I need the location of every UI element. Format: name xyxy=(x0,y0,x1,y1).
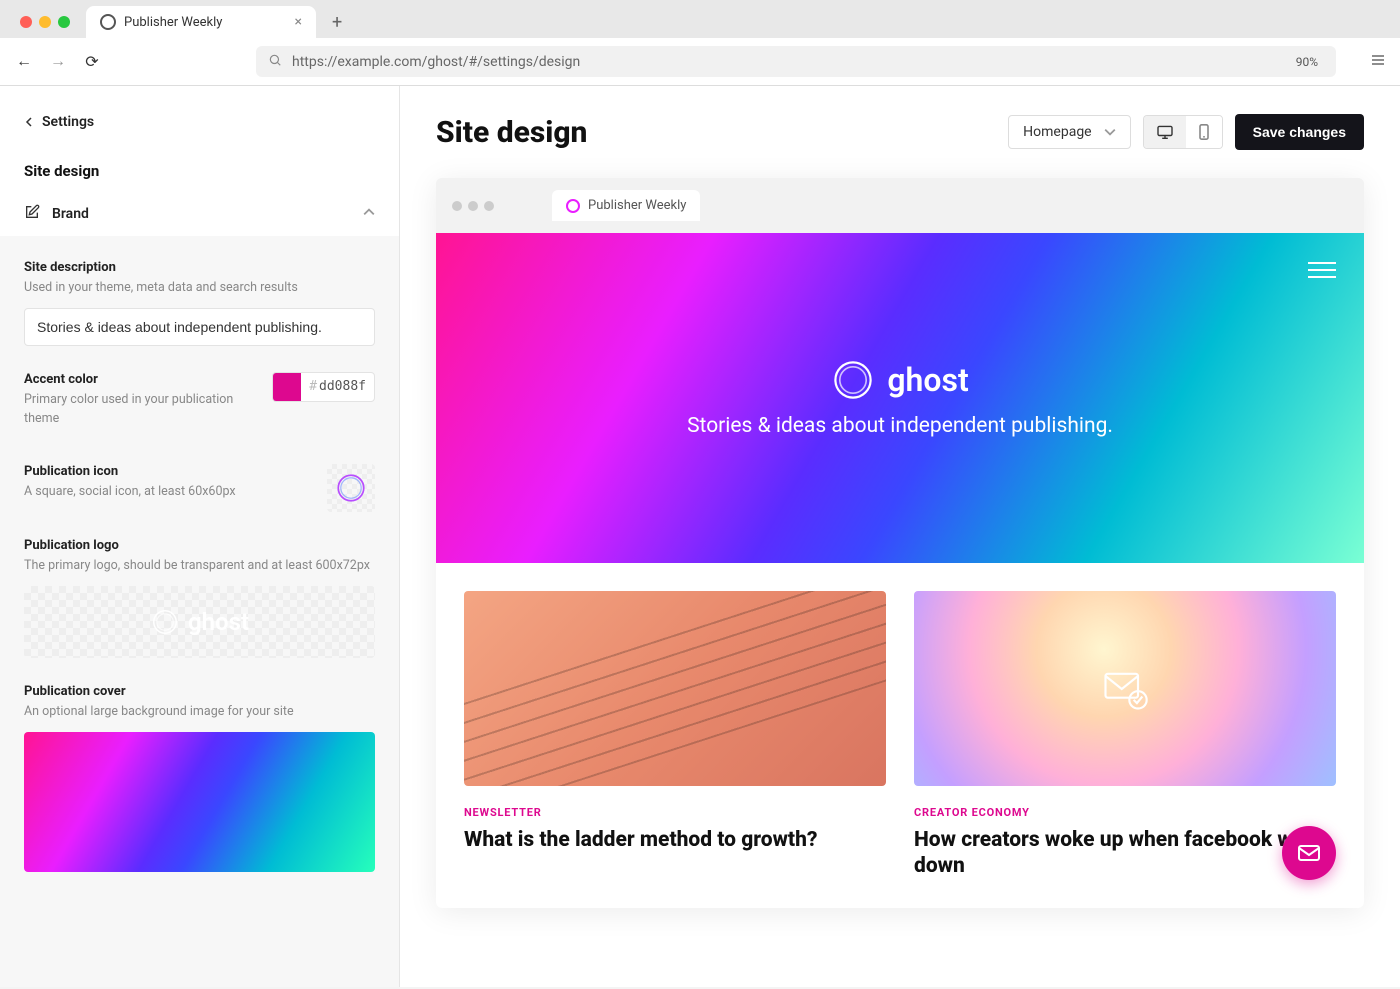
forward-button[interactable]: → xyxy=(48,53,68,71)
post-card-image xyxy=(464,591,886,786)
page-title: Site design xyxy=(436,115,996,150)
preview-hero: ghost Stories & ideas about independent … xyxy=(436,233,1364,563)
hero-tagline: Stories & ideas about independent publis… xyxy=(687,414,1113,438)
preview-window-controls xyxy=(452,201,494,211)
chevron-left-icon xyxy=(24,117,34,127)
field-help: The primary logo, should be transparent … xyxy=(24,557,375,576)
field-help: Primary color used in your publication t… xyxy=(24,391,260,429)
mobile-icon xyxy=(1198,124,1210,140)
preview-tab-title: Publisher Weekly xyxy=(588,198,686,213)
search-icon xyxy=(268,52,282,71)
main-header: Site design Homepage Save changes xyxy=(436,114,1364,150)
desktop-preview-button[interactable] xyxy=(1144,116,1186,148)
preview-browser-chrome: Publisher Weekly xyxy=(436,178,1364,233)
tab-title: Publisher Weekly xyxy=(124,15,222,30)
field-publication-icon: Publication icon A square, social icon, … xyxy=(24,464,375,512)
save-button[interactable]: Save changes xyxy=(1235,114,1364,150)
field-label: Publication logo xyxy=(24,538,375,553)
subscribe-fab-button[interactable] xyxy=(1282,826,1336,880)
post-card-tag: CREATOR ECONOMY xyxy=(914,806,1336,819)
url-bar[interactable]: https://example.com/ghost/#/settings/des… xyxy=(256,46,1336,77)
close-tab-button[interactable]: × xyxy=(295,14,302,30)
back-button[interactable]: ← xyxy=(14,53,34,71)
mobile-preview-button[interactable] xyxy=(1186,116,1222,148)
back-to-settings-link[interactable]: Settings xyxy=(0,86,399,146)
field-label: Publication cover xyxy=(24,684,375,699)
field-publication-logo: Publication logo The primary logo, shoul… xyxy=(24,538,375,658)
preview-dot xyxy=(468,201,478,211)
ghost-circle-icon xyxy=(831,358,875,402)
publication-logo-preview[interactable]: ghost xyxy=(24,586,375,658)
browser-toolbar: ← → ⟳ https://example.com/ghost/#/settin… xyxy=(0,38,1400,85)
accent-color-input[interactable]: #dd088f xyxy=(272,372,375,402)
close-window-button[interactable] xyxy=(20,16,32,28)
hero-logo: ghost xyxy=(831,358,968,402)
tab-favicon-icon xyxy=(100,14,116,30)
reload-button[interactable]: ⟳ xyxy=(82,52,102,72)
zoom-level[interactable]: 90% xyxy=(1290,53,1324,71)
post-card-tag: NEWSLETTER xyxy=(464,806,886,819)
post-card[interactable]: CREATOR ECONOMY How creators woke up whe… xyxy=(914,591,1336,880)
post-card-image xyxy=(914,591,1336,786)
hero-logo-text: ghost xyxy=(887,361,968,399)
preview-tab: Publisher Weekly xyxy=(552,190,700,221)
maximize-window-button[interactable] xyxy=(58,16,70,28)
publication-icon-preview[interactable] xyxy=(327,464,375,512)
preview-dot xyxy=(484,201,494,211)
hamburger-menu-button[interactable] xyxy=(1308,257,1336,283)
post-card[interactable]: NEWSLETTER What is the ladder method to … xyxy=(464,591,886,880)
color-hex-value: #dd088f xyxy=(301,375,374,398)
section-label: Brand xyxy=(52,206,89,222)
new-tab-button[interactable]: + xyxy=(324,8,350,37)
field-accent-color: Accent color Primary color used in your … xyxy=(24,372,375,439)
window-controls xyxy=(12,16,78,28)
preview-dot xyxy=(452,201,462,211)
page-selector-dropdown[interactable]: Homepage xyxy=(1008,115,1130,149)
brand-icon xyxy=(24,204,40,224)
color-swatch[interactable] xyxy=(273,373,301,401)
browser-tab[interactable]: Publisher Weekly × xyxy=(86,6,316,38)
publication-cover-preview[interactable] xyxy=(24,732,375,872)
preview-favicon-icon xyxy=(566,199,580,213)
mail-icon xyxy=(1297,841,1321,865)
preview-container: Publisher Weekly ghost Stories & ideas a… xyxy=(436,178,1364,908)
field-label: Site description xyxy=(24,260,375,275)
logo-text: ghost xyxy=(188,608,249,636)
field-help: An optional large background image for y… xyxy=(24,703,375,722)
field-help: Used in your theme, meta data and search… xyxy=(24,279,375,298)
site-description-input[interactable] xyxy=(24,308,375,346)
settings-sidebar: Settings Site design Brand Site descript… xyxy=(0,86,400,987)
app-layout: Settings Site design Brand Site descript… xyxy=(0,86,1400,987)
field-label: Publication icon xyxy=(24,464,315,479)
post-card-title: How creators woke up when facebook went … xyxy=(914,827,1336,880)
post-card-title: What is the ladder method to growth? xyxy=(464,827,886,853)
chevron-up-icon xyxy=(363,206,375,222)
ghost-circle-icon xyxy=(150,607,180,637)
sidebar-section-brand[interactable]: Brand xyxy=(0,192,399,236)
browser-chrome: Publisher Weekly × + ← → ⟳ https://examp… xyxy=(0,0,1400,86)
sidebar-title: Site design xyxy=(0,146,399,192)
ghost-circle-icon xyxy=(334,471,368,505)
browser-tab-bar: Publisher Weekly × + xyxy=(0,0,1400,38)
preview-frame: Publisher Weekly ghost Stories & ideas a… xyxy=(436,178,1364,908)
back-label: Settings xyxy=(42,114,94,130)
field-site-description: Site description Used in your theme, met… xyxy=(24,260,375,346)
field-label: Accent color xyxy=(24,372,260,387)
main-content: Site design Homepage Save changes xyxy=(400,86,1400,987)
page-selector-value: Homepage xyxy=(1023,124,1091,140)
chevron-down-icon xyxy=(1104,126,1116,138)
desktop-icon xyxy=(1156,125,1174,139)
field-help: A square, social icon, at least 60x60px xyxy=(24,483,315,502)
device-preview-toggle xyxy=(1143,115,1223,149)
field-publication-cover: Publication cover An optional large back… xyxy=(24,684,375,872)
preview-cards: NEWSLETTER What is the ladder method to … xyxy=(436,563,1364,908)
mail-check-icon xyxy=(1099,663,1151,715)
ghost-logo: ghost xyxy=(150,607,249,637)
brand-settings-panel: Site description Used in your theme, met… xyxy=(0,236,399,987)
minimize-window-button[interactable] xyxy=(39,16,51,28)
browser-menu-button[interactable] xyxy=(1370,52,1386,72)
url-text: https://example.com/ghost/#/settings/des… xyxy=(292,54,1280,70)
